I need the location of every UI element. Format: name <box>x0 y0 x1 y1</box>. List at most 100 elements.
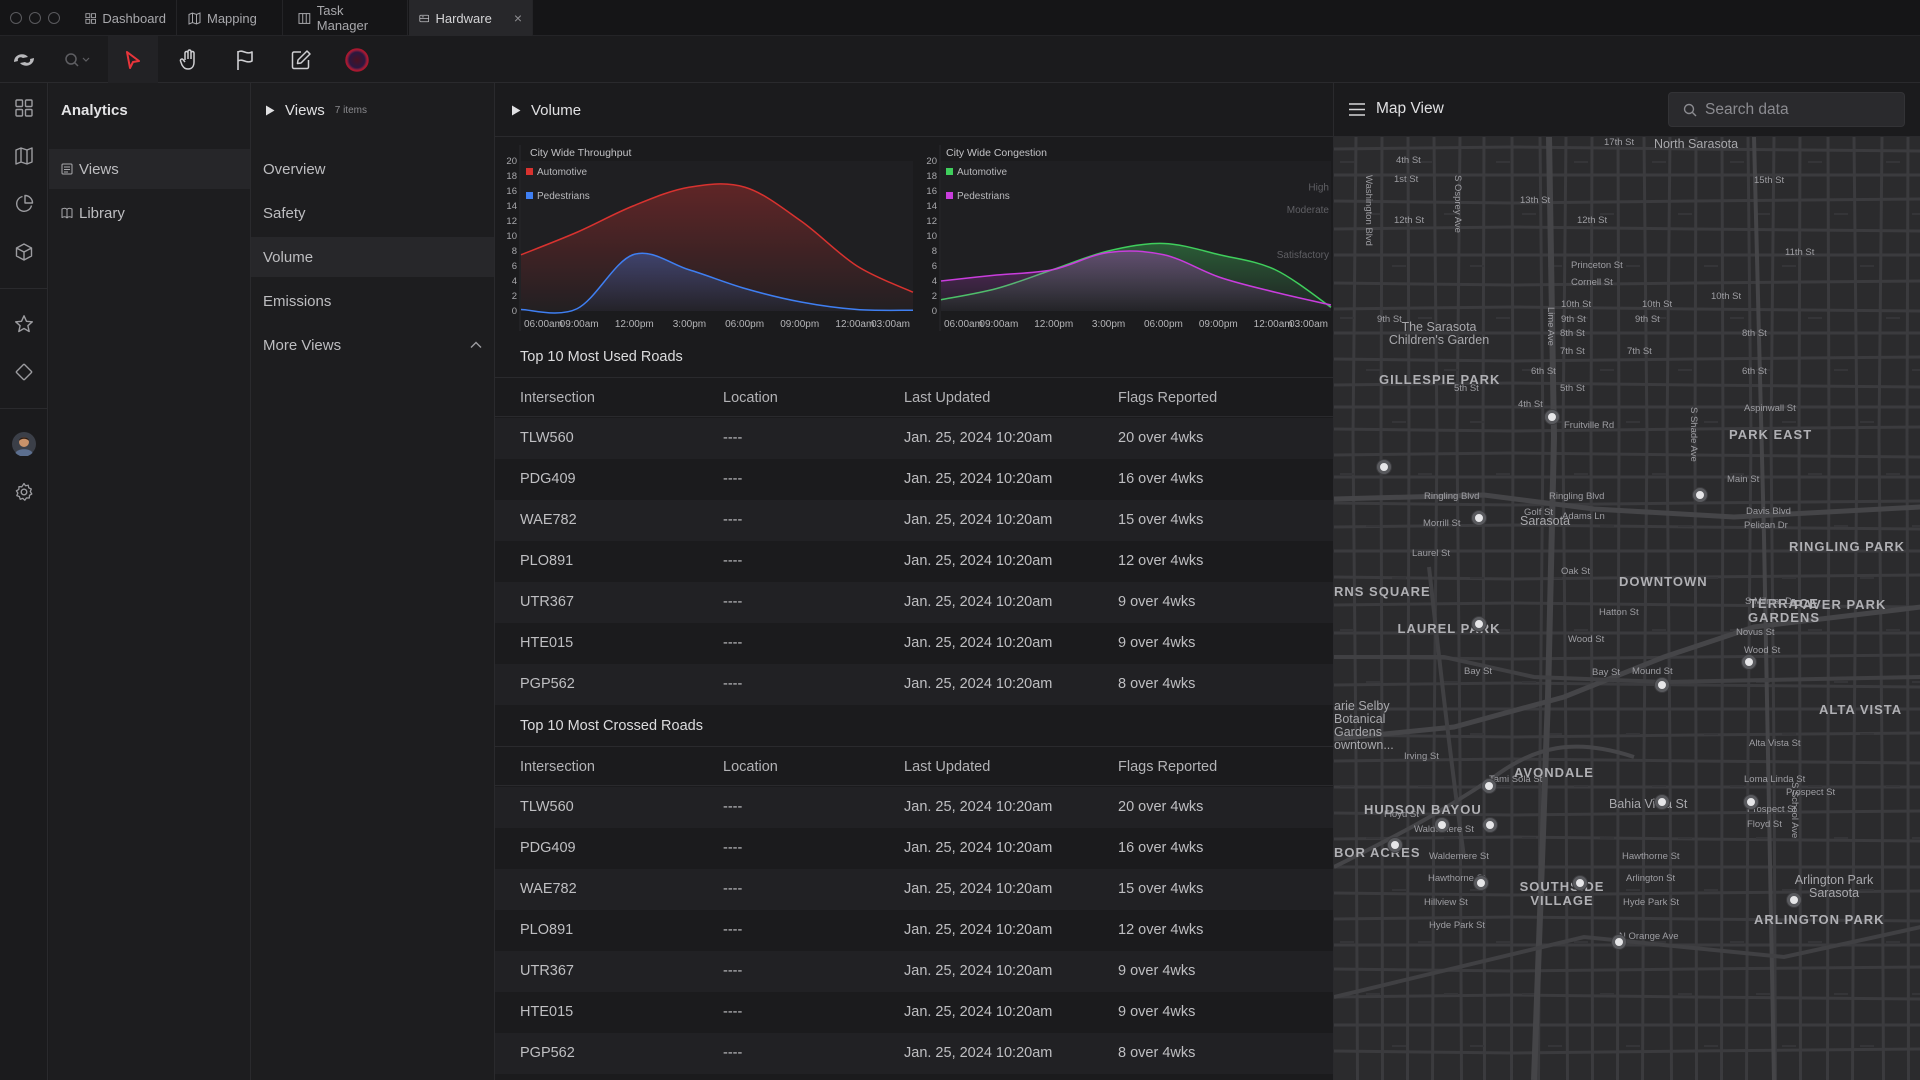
view-item-volume[interactable]: Volume <box>251 237 494 277</box>
column-header[interactable]: Intersection <box>520 759 595 775</box>
rail-settings-button[interactable] <box>0 472 48 512</box>
x-tick-label: 09:00pm <box>780 319 819 330</box>
window-close-button[interactable] <box>10 12 22 24</box>
table-row[interactable]: HTE015 ---- Jan. 25, 2024 10:20am 9 over 4w… <box>495 623 1333 664</box>
view-item-safety[interactable]: Safety <box>251 193 494 233</box>
window-zoom-button[interactable] <box>48 12 60 24</box>
map-pin[interactable] <box>1482 779 1496 793</box>
map-pin[interactable] <box>1472 617 1486 631</box>
column-header[interactable]: Flags Reported <box>1118 390 1217 406</box>
table-row[interactable]: PGP562 ---- Jan. 25, 2024 10:20am 8 over 4w… <box>495 1033 1333 1074</box>
edit-tool[interactable] <box>276 36 326 83</box>
pointer-tool[interactable] <box>108 36 158 83</box>
tab-dashboard[interactable]: Dashboard <box>75 0 177 36</box>
table-row[interactable]: PLO891 ---- Jan. 25, 2024 10:20am 12 over 4… <box>495 541 1333 582</box>
table-row[interactable]: UTR367 ---- Jan. 25, 2024 10:20am 9 over 4w… <box>495 951 1333 992</box>
view-item-overview[interactable]: Overview <box>251 149 494 189</box>
column-header[interactable]: Last Updated <box>904 390 990 406</box>
rail-favorites-button[interactable] <box>0 304 48 344</box>
table-row[interactable]: TLW560 ---- Jan. 25, 2024 10:20am 20 over 4… <box>495 787 1333 828</box>
map-area-label: ALTA VISTA <box>1819 702 1903 717</box>
map-pin[interactable] <box>1474 876 1488 890</box>
view-item-more-views[interactable]: More Views <box>251 325 494 365</box>
rail-hardware-button[interactable] <box>0 232 48 272</box>
main-header[interactable]: Volume <box>511 102 581 119</box>
table-row[interactable]: PDG409 ---- Jan. 25, 2024 10:20am 16 over 4… <box>495 459 1333 500</box>
view-item-emissions[interactable]: Emissions <box>251 281 494 321</box>
map-street-label: 4th St <box>1518 399 1543 410</box>
last-updated-cell: Jan. 25, 2024 10:20am <box>904 676 1053 692</box>
y-tick-label: 8 <box>512 246 517 257</box>
chevron-up-icon[interactable] <box>470 341 482 349</box>
avatar[interactable] <box>0 424 48 464</box>
map-canvas[interactable]: North Sarasota GILLESPIE PARK PARK EAST Sar… <box>1334 137 1920 1080</box>
map-pin[interactable] <box>1787 893 1801 907</box>
map-street-label: 6th St <box>1742 366 1767 377</box>
column-header[interactable]: Location <box>723 759 778 775</box>
map-pin[interactable] <box>1744 795 1758 809</box>
window-minimize-button[interactable] <box>29 12 41 24</box>
map-pin[interactable] <box>1545 410 1559 424</box>
map-pin[interactable] <box>1742 655 1756 669</box>
x-tick-label: 12:00am <box>835 319 874 330</box>
map-street-label: Fruitville Rd <box>1564 420 1615 431</box>
map-pin[interactable] <box>1655 795 1669 809</box>
table-row[interactable]: WAE782 ---- Jan. 25, 2024 10:20am 15 over 4… <box>495 500 1333 541</box>
rail-map-button[interactable] <box>0 136 48 176</box>
table-row[interactable]: PGP562 ---- Jan. 25, 2024 10:20am 8 over 4w… <box>495 664 1333 705</box>
column-header[interactable]: Intersection <box>520 390 595 406</box>
tab-close-icon[interactable]: × <box>514 10 522 26</box>
map-street-label: 8th St <box>1560 328 1585 339</box>
throughput-chart: 20 18 16 14 12 10 8 6 4 2 0 City Wide Throughput 06:… <box>495 137 915 333</box>
map-street-label: 12th St <box>1577 215 1608 226</box>
table-row[interactable]: UTR367 ---- Jan. 25, 2024 10:20am 9 over 4w… <box>495 582 1333 623</box>
map-street-label: Washington Blvd <box>1363 175 1374 246</box>
map-pin[interactable] <box>1388 838 1402 852</box>
table-row[interactable]: WAE782 ---- Jan. 25, 2024 10:20am 15 over 4… <box>495 869 1333 910</box>
map-pin[interactable] <box>1472 511 1486 525</box>
y-tick-label: 0 <box>932 306 937 317</box>
flag-tool[interactable] <box>220 36 270 83</box>
congestion-chart-svg: 20181614121086420City Wide CongestionHig… <box>926 145 1332 331</box>
map-pin[interactable] <box>1573 876 1587 890</box>
views-panel: Views 7 items Overview Safety Volume Emi… <box>251 83 495 1080</box>
hand-tool[interactable] <box>164 36 214 83</box>
map-street <box>1406 137 1411 1080</box>
table-row[interactable]: PDG409 ---- Jan. 25, 2024 10:20am 16 over 4… <box>495 828 1333 869</box>
tab-hardware[interactable]: Hardware × <box>409 0 533 36</box>
map-pin[interactable] <box>1655 678 1669 692</box>
search-input[interactable] <box>1705 99 1895 121</box>
nav-item-label: Library <box>79 204 125 222</box>
map-pin[interactable] <box>1693 488 1707 502</box>
rail-dashboard-button[interactable] <box>0 88 48 128</box>
map-pin[interactable] <box>1612 935 1626 949</box>
nav-item-label: Views <box>79 160 119 178</box>
record-tool[interactable] <box>332 36 382 83</box>
column-header[interactable]: Last Updated <box>904 759 990 775</box>
views-header[interactable]: Views 7 items <box>265 102 367 119</box>
rail-integrations-button[interactable] <box>0 352 48 392</box>
map-area-label: PAVER PARK <box>1794 597 1887 612</box>
map-street <box>1379 137 1384 1080</box>
congestion-chart: 20 18 16 14 12 10 8 6 4 2 0 City Wide Congestion Hig… <box>915 137 1333 333</box>
tab-mapping[interactable]: Mapping <box>178 0 283 36</box>
map-street-label: Cornell St <box>1571 277 1613 288</box>
rail-analytics-button[interactable] <box>0 184 48 224</box>
map-pin[interactable] <box>1435 818 1449 832</box>
map-pin[interactable] <box>1483 818 1497 832</box>
grid-icon <box>15 99 33 117</box>
table-row[interactable]: PLO891 ---- Jan. 25, 2024 10:20am 12 over 4… <box>495 910 1333 951</box>
table-row[interactable]: TLW560 ---- Jan. 25, 2024 10:20am 20 over 4… <box>495 418 1333 459</box>
menu-icon[interactable] <box>1348 102 1366 117</box>
tab-label: Mapping <box>207 10 257 26</box>
column-header[interactable]: Location <box>723 390 778 406</box>
map-pin[interactable] <box>1377 460 1391 474</box>
zoom-tool[interactable] <box>55 36 100 83</box>
table-row[interactable]: HTE015 ---- Jan. 25, 2024 10:20am 9 over 4w… <box>495 992 1333 1033</box>
nav-item-views[interactable]: Views <box>49 149 250 189</box>
intersection-cell: PGP562 <box>520 676 575 692</box>
column-header[interactable]: Flags Reported <box>1118 759 1217 775</box>
tab-task-manager[interactable]: Task Manager <box>288 0 408 36</box>
y-tick-label: 16 <box>926 186 937 197</box>
nav-item-library[interactable]: Library <box>49 193 250 233</box>
